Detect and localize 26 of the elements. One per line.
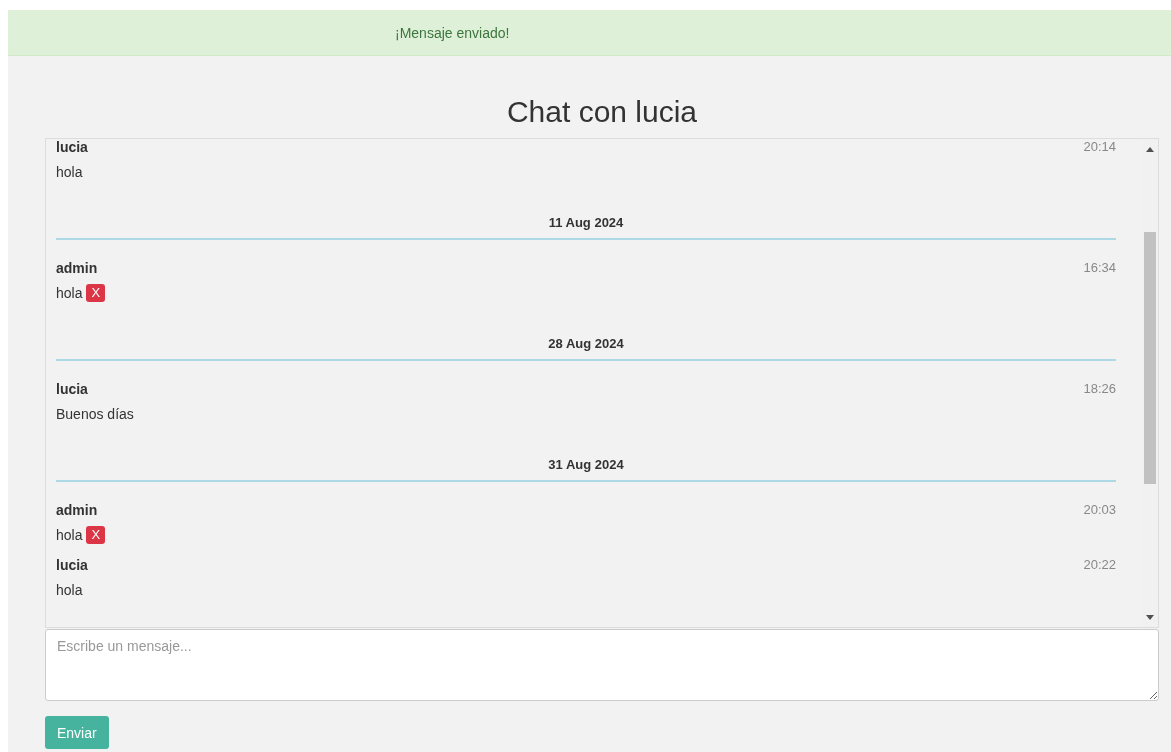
- sender-name: lucia: [56, 139, 88, 155]
- sender-name: lucia: [56, 556, 88, 573]
- sender-name: lucia: [56, 380, 88, 397]
- message-input[interactable]: Escribe un mensaje...: [45, 629, 1159, 701]
- message-text: hola: [56, 526, 83, 543]
- message-text: Buenos días: [56, 405, 134, 422]
- scroll-up-icon[interactable]: [1146, 147, 1154, 152]
- date-separator: 11 Aug 2024: [548, 214, 624, 232]
- scroll-down-icon[interactable]: [1146, 615, 1154, 620]
- send-button[interactable]: Enviar: [45, 716, 109, 749]
- message-time: 20:22: [1083, 557, 1116, 572]
- message-text: hola: [56, 163, 83, 180]
- message-time: 20:03: [1083, 502, 1116, 517]
- message-text: hola: [56, 581, 83, 598]
- delete-button[interactable]: X: [86, 283, 106, 302]
- sender-name: admin: [56, 259, 98, 276]
- message-text: hola: [56, 284, 83, 301]
- message-time: 20:14: [1083, 139, 1116, 154]
- chat-title: Chat con lucia: [505, 94, 699, 130]
- message-time: 18:26: [1083, 381, 1116, 396]
- sender-name: admin: [56, 501, 98, 518]
- delete-button[interactable]: X: [86, 525, 106, 544]
- message-time: 16:34: [1083, 260, 1116, 275]
- date-separator: 28 Aug 2024: [548, 335, 624, 353]
- alert-text: ¡Mensaje enviado!: [395, 24, 510, 41]
- date-separator: 31 Aug 2024: [548, 456, 624, 474]
